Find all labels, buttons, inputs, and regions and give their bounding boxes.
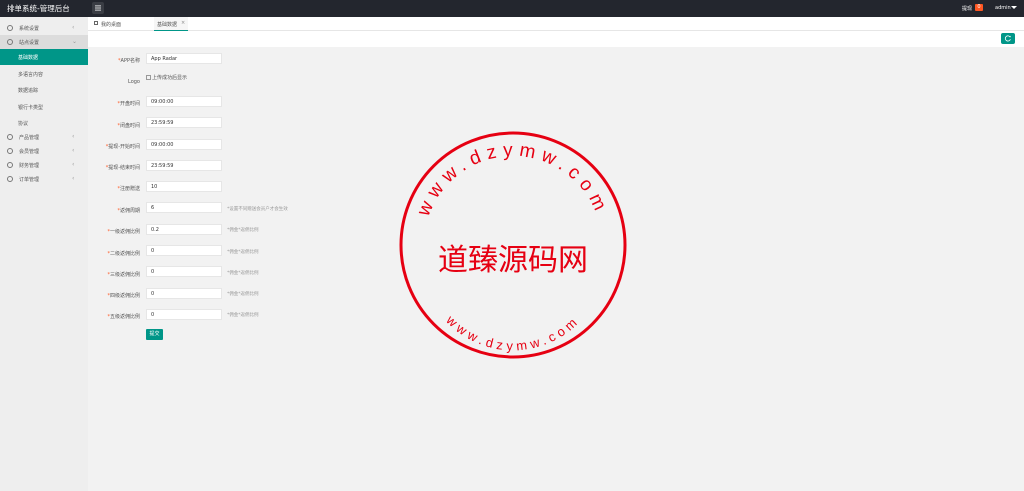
level4-hint: *佣金*返佣比例 xyxy=(227,292,259,297)
logo-label: Logo xyxy=(128,79,140,85)
menu-toggle-button[interactable] xyxy=(92,2,104,14)
withdraw-end-label: *提现-结束时间 xyxy=(105,165,140,171)
sidebar-item-members[interactable]: 会员管理 ‹ xyxy=(0,144,88,158)
sidebar-subitem-label: 协议 xyxy=(18,121,29,127)
sidebar-subitem-tracking[interactable]: 数据追踪 xyxy=(0,82,88,98)
level3-label: *三级返佣比例 xyxy=(107,272,140,278)
sidebar: 系统设置 ‹ 站点设置 ⌄ 基础数据 多语言内容 数据追踪 银行卡类型 协议 产… xyxy=(0,17,88,491)
hamburger-icon xyxy=(95,5,101,11)
withdraw-end-input[interactable] xyxy=(146,160,222,171)
level3-input[interactable] xyxy=(146,266,222,277)
level5-label: *五级返佣比例 xyxy=(107,314,140,320)
level2-hint: *佣金*返佣比例 xyxy=(227,250,259,255)
withdraw-start-input[interactable] xyxy=(146,139,222,150)
sidebar-item-system-settings[interactable]: 系统设置 ‹ xyxy=(0,21,88,35)
home-icon xyxy=(7,39,13,45)
close-time-label: *闭盘时间 xyxy=(117,123,140,129)
withdraw-count-badge: 0 xyxy=(975,4,983,11)
sidebar-item-site-settings[interactable]: 站点设置 ⌄ xyxy=(0,35,88,49)
register-bonus-input[interactable] xyxy=(146,181,222,192)
chevron-down-icon: ⌄ xyxy=(72,38,78,45)
level1-input[interactable] xyxy=(146,224,222,235)
rebate-period-label: *返佣周期 xyxy=(117,208,140,214)
logo-image[interactable]: 上传成功后显示 xyxy=(146,74,187,81)
sidebar-subitem-label: 基础数据 xyxy=(18,55,39,61)
user-menu[interactable]: admin xyxy=(995,5,1011,11)
sidebar-item-label: 产品管理 xyxy=(19,135,40,141)
sidebar-subitem-label: 数据追踪 xyxy=(18,88,39,94)
level1-hint: *佣金*返佣比例 xyxy=(227,228,259,233)
sidebar-item-label: 订单管理 xyxy=(19,177,40,183)
register-bonus-label: *注册赠送 xyxy=(117,186,140,192)
chevron-left-icon: ‹ xyxy=(72,175,75,182)
refresh-button[interactable] xyxy=(1001,33,1015,44)
refresh-icon xyxy=(1004,35,1011,42)
chevron-left-icon: ‹ xyxy=(72,161,75,168)
tab-desktop[interactable]: 我的桌面 xyxy=(92,17,132,31)
rebate-period-input[interactable] xyxy=(146,202,222,213)
app-name-label: *APP名称 xyxy=(118,58,140,64)
level2-input[interactable] xyxy=(146,245,222,256)
sidebar-subitem-multilang[interactable]: 多语言内容 xyxy=(0,66,88,82)
sidebar-subitem-label: 银行卡类型 xyxy=(18,105,44,111)
sidebar-item-label: 系统设置 xyxy=(19,26,40,32)
chevron-left-icon: ‹ xyxy=(72,24,75,31)
sidebar-item-label: 财务管理 xyxy=(19,163,40,169)
open-time-input[interactable] xyxy=(146,96,222,107)
level5-input[interactable] xyxy=(146,309,222,320)
level5-hint: *佣金*返佣比例 xyxy=(227,313,259,318)
content-toolbar xyxy=(88,31,1024,47)
level3-hint: *佣金*返佣比例 xyxy=(227,271,259,276)
level4-label: *四级返佣比例 xyxy=(107,293,140,299)
sidebar-item-finance[interactable]: 财务管理 ‹ xyxy=(0,158,88,172)
close-time-input[interactable] xyxy=(146,117,222,128)
submit-button[interactable]: 提交 xyxy=(146,329,163,340)
sidebar-subitem-label: 多语言内容 xyxy=(18,72,44,78)
chevron-left-icon: ‹ xyxy=(72,133,75,140)
close-icon[interactable]: × xyxy=(181,20,185,26)
withdraw-tip-link[interactable]: 提现 xyxy=(962,5,972,12)
broken-image-icon xyxy=(146,75,151,80)
rebate-period-hint: *设置不同赠送会员户才会生效 xyxy=(227,207,288,212)
open-time-label: *开盘时间 xyxy=(117,101,140,107)
caret-down-icon[interactable] xyxy=(1011,6,1017,9)
sidebar-subitem-agreement[interactable]: 协议 xyxy=(0,115,88,131)
app-title: 排单系统-管理后台 xyxy=(7,4,70,13)
watermark-center-text: 道臻源码网 xyxy=(438,243,588,278)
level1-label: *一级返佣比例 xyxy=(107,229,140,235)
user-icon xyxy=(7,148,13,154)
watermark-stamp: www.dzymw.com 道臻源码网 www.dzymw.com xyxy=(399,131,627,359)
withdraw-start-label: *提现-开始时间 xyxy=(105,144,140,150)
money-icon xyxy=(7,162,13,168)
gear-icon xyxy=(7,25,13,31)
chevron-left-icon: ‹ xyxy=(72,147,75,154)
logo-alt-text: 上传成功后显示 xyxy=(152,75,188,81)
top-bar: 排单系统-管理后台 提现 0 admin xyxy=(0,0,1024,17)
sidebar-subitem-basic-data[interactable]: 基础数据 xyxy=(0,49,88,65)
level4-input[interactable] xyxy=(146,288,222,299)
tab-bar: 我的桌面 基础数据 × xyxy=(88,17,1024,31)
sidebar-subitem-bank-card-type[interactable]: 银行卡类型 xyxy=(0,99,88,115)
sidebar-item-label: 会员管理 xyxy=(19,149,40,155)
tab-label: 我的桌面 xyxy=(101,22,122,28)
watermark-top-text: www.dzymw.com xyxy=(413,140,613,220)
box-icon xyxy=(7,134,13,140)
app-name-input[interactable] xyxy=(146,53,222,64)
tab-label: 基础数据 xyxy=(157,22,178,28)
tab-basic-data[interactable]: 基础数据 × xyxy=(154,17,188,31)
sidebar-item-products[interactable]: 产品管理 ‹ xyxy=(0,130,88,144)
sidebar-item-orders[interactable]: 订单管理 ‹ xyxy=(0,172,88,186)
level2-label: *二级返佣比例 xyxy=(107,251,140,257)
home-icon xyxy=(94,21,98,25)
order-icon xyxy=(7,176,13,182)
sidebar-item-label: 站点设置 xyxy=(19,40,40,46)
